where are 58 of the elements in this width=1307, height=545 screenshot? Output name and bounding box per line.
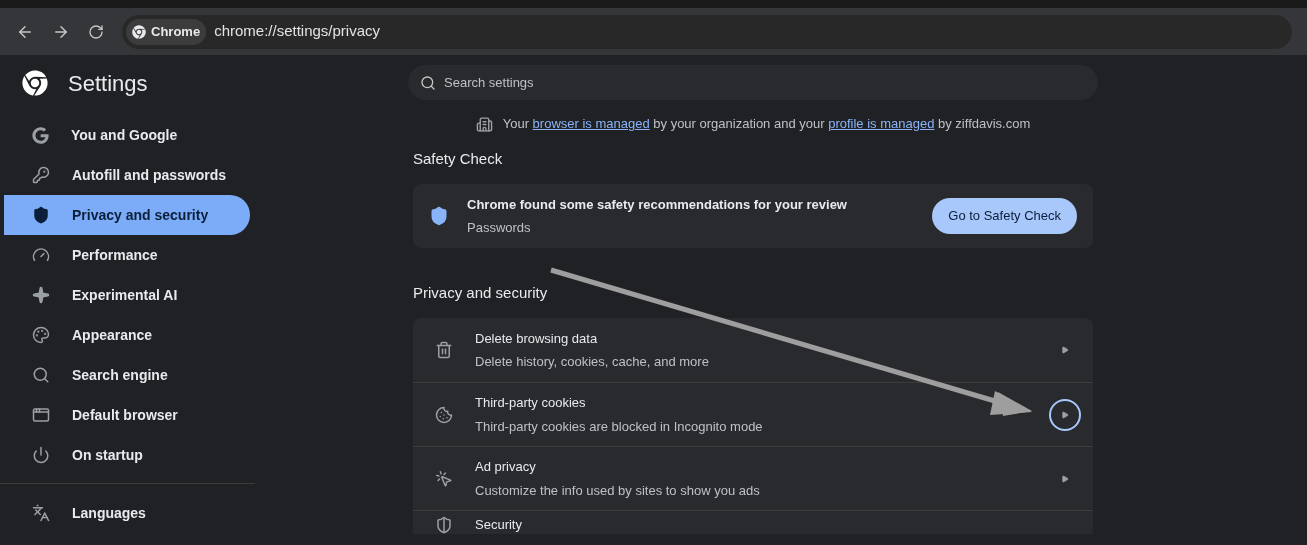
managed-link[interactable]: profile is managed [828,116,935,132]
sidebar-item[interactable]: Search engine [4,355,250,395]
settings-row[interactable]: Ad privacy Customize the info used by sites to show you ads [413,446,1093,510]
settings-row[interactable]: Delete browsing data Delete history, cookies, cache, and more [413,318,1093,382]
translate-icon [32,504,50,522]
search-input[interactable]: Search settings [444,72,1044,93]
managed-notice: Your browser is managed by your organization and your profile is managed by ziffdavis.com [502,115,1031,134]
safety-check-button[interactable]: Go to Safety Check [932,198,1077,234]
search-icon [420,74,436,91]
section-heading: Safety Check [413,149,504,169]
chrome-chip[interactable]: Chrome [126,18,207,45]
key-icon [32,166,50,184]
sidebar-item[interactable]: You and Google [4,115,250,155]
row-subtitle: Third-party cookies are blocked in Incognito mode [475,417,764,436]
sidebar-item[interactable]: Privacy and security [4,195,250,235]
chevron-button[interactable] [1049,398,1081,431]
sidebar-item[interactable]: Default browser [4,395,250,435]
chrome-logo-icon [22,70,48,96]
settings-row[interactable]: Security [413,510,1093,534]
sparkle-icon [32,286,50,304]
row-title: Third-party cookies [475,394,587,412]
search-icon [32,366,50,384]
safety-check-subtitle: Passwords [467,218,532,237]
sidebar-item[interactable]: Experimental AI [4,275,250,315]
shield-icon [429,206,449,226]
search-field[interactable]: Search settings [408,65,1098,100]
play-triangle-icon [1061,346,1069,354]
cursor-click-icon [435,469,453,488]
sidebar-item[interactable]: Appearance [4,315,250,355]
row-title: Ad privacy [475,458,537,476]
shield-icon [435,516,453,534]
gauge-icon [32,246,50,264]
address-bar[interactable]: Chrome chrome://settings/privacy [122,14,1292,49]
window-icon [32,406,50,424]
url-text: chrome://settings/privacy [214,21,381,42]
row-title: Delete browsing data [475,329,599,348]
sidebar-item[interactable]: Performance [4,235,250,275]
reload-icon[interactable] [88,23,104,40]
play-triangle-icon [1061,474,1069,483]
power-icon [32,446,50,464]
trash-icon [435,341,453,359]
sidebar-item[interactable]: Autofill and passwords [4,155,250,195]
sidebar-item[interactable]: Languages [4,493,250,533]
cookie-icon [435,405,453,424]
sidebar-item[interactable]: On startup [4,435,250,475]
managed-link[interactable]: browser is managed [532,116,650,132]
chrome-logo-icon [132,24,146,39]
settings-title: Settings [68,69,148,98]
palette-icon [32,326,50,344]
row-title: Security [475,515,523,534]
building-icon [475,115,493,133]
google-icon [32,126,49,144]
shield-icon [32,206,50,224]
play-triangle-icon [1061,410,1069,419]
section-heading: Privacy and security [413,283,549,302]
safety-check-title: Chrome found some safety recommendations for your review [467,196,848,214]
row-subtitle: Customize the info used by sites to show you ads [475,481,761,500]
row-subtitle: Delete history, cookies, cache, and more [475,353,710,371]
